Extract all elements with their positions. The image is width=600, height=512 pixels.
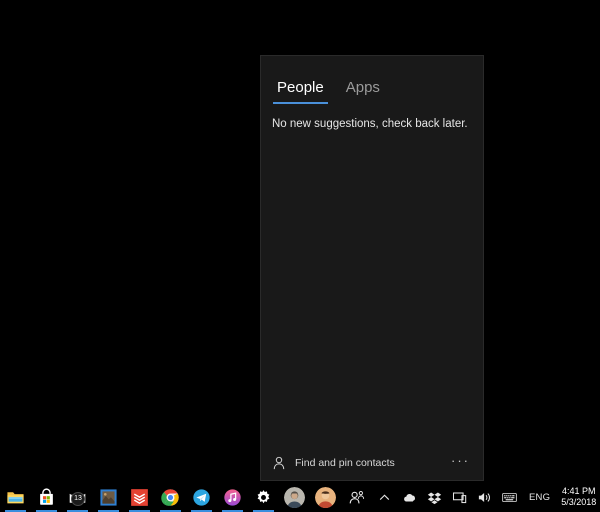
volume-tray-icon[interactable] bbox=[472, 482, 497, 512]
taskbar-item-itunes[interactable] bbox=[217, 482, 248, 512]
cloud-icon bbox=[404, 493, 415, 501]
person-outline-icon bbox=[273, 456, 285, 470]
taskbar-item-settings[interactable] bbox=[248, 482, 279, 512]
folder-icon bbox=[7, 491, 24, 503]
taskbar-item-telegram[interactable] bbox=[186, 482, 217, 512]
taskbar-item-photo-app[interactable] bbox=[93, 482, 124, 512]
chrome-icon bbox=[161, 488, 179, 506]
todoist-icon bbox=[131, 488, 148, 506]
find-and-pin-contacts-label[interactable]: Find and pin contacts bbox=[295, 457, 446, 470]
music-note-icon bbox=[224, 488, 241, 506]
clock-date: 5/3/2018 bbox=[561, 497, 597, 507]
touch-keyboard-tray-icon[interactable] bbox=[497, 482, 522, 512]
onedrive-tray-icon[interactable] bbox=[397, 482, 422, 512]
flyout-footer: Find and pin contacts ··· bbox=[261, 446, 483, 480]
network-tray-icon[interactable] bbox=[447, 482, 472, 512]
empty-state-message: No new suggestions, check back later. bbox=[272, 118, 468, 130]
flyout-content-area bbox=[261, 132, 483, 446]
taskbar-pinned-contact-1[interactable] bbox=[279, 482, 310, 512]
envelope-icon: 13 bbox=[68, 488, 87, 507]
dropbox-icon bbox=[427, 491, 442, 504]
clock[interactable]: 4:41 PM 5/3/2018 bbox=[557, 486, 600, 509]
contact-avatar-1 bbox=[284, 486, 305, 508]
monitor-icon bbox=[452, 491, 467, 503]
taskbar-app-area: 13 bbox=[0, 482, 372, 512]
language-indicator[interactable]: ENG bbox=[522, 492, 557, 503]
chevron-up-icon bbox=[379, 493, 390, 500]
system-tray: ENG 4:41 PM 5/3/2018 bbox=[372, 482, 600, 512]
keyboard-icon bbox=[502, 492, 517, 502]
flyout-tab-strip: People Apps bbox=[261, 56, 483, 104]
taskbar-item-file-explorer[interactable] bbox=[0, 482, 31, 512]
contact-avatar-2 bbox=[315, 486, 336, 508]
more-options-button[interactable]: ··· bbox=[446, 452, 475, 474]
show-hidden-icons-button[interactable] bbox=[372, 482, 397, 512]
people-icon bbox=[349, 490, 365, 503]
tab-people-label: People bbox=[277, 79, 324, 96]
clock-time: 4:41 PM bbox=[561, 485, 596, 496]
taskbar-item-microsoft-store[interactable] bbox=[31, 482, 62, 512]
telegram-icon bbox=[193, 488, 210, 506]
picture-icon bbox=[100, 488, 117, 506]
people-button[interactable] bbox=[341, 482, 372, 512]
gear-icon bbox=[257, 489, 270, 503]
mail-unread-badge: 13 bbox=[71, 491, 85, 506]
tab-apps-label: Apps bbox=[345, 79, 380, 96]
tab-apps[interactable]: Apps bbox=[340, 79, 386, 104]
taskbar: 13 ENG 4:41 PM 5/3/2018 bbox=[0, 482, 600, 512]
taskbar-item-google-chrome[interactable] bbox=[155, 482, 186, 512]
tab-people[interactable]: People bbox=[271, 79, 330, 104]
speaker-icon bbox=[478, 492, 490, 502]
store-bag-icon bbox=[40, 487, 53, 505]
dropbox-tray-icon[interactable] bbox=[422, 482, 447, 512]
taskbar-item-todoist[interactable] bbox=[124, 482, 155, 512]
people-flyout-panel: People Apps No new suggestions, check ba… bbox=[260, 55, 484, 481]
taskbar-item-mail[interactable]: 13 bbox=[62, 482, 93, 512]
taskbar-pinned-contact-2[interactable] bbox=[310, 482, 341, 512]
